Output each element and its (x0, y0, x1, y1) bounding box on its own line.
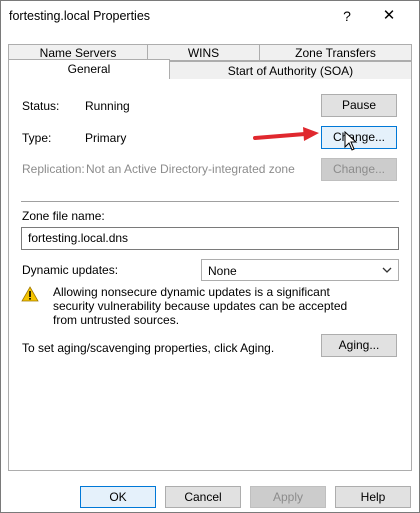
zone-file-input[interactable]: fortesting.local.dns (21, 227, 399, 250)
change-replication-button: Change... (321, 158, 397, 181)
close-button[interactable]: ✕ (374, 5, 404, 27)
aging-text: To set aging/scavenging properties, clic… (22, 341, 275, 355)
warning-text: Allowing nonsecure dynamic updates is a … (53, 285, 348, 327)
help-title-button[interactable]: ? (332, 5, 362, 27)
tab-general[interactable]: General (8, 59, 170, 80)
dynamic-updates-label: Dynamic updates: (22, 263, 119, 277)
window-title: fortesting.local Properties (9, 9, 151, 23)
change-type-button[interactable]: Change... (321, 126, 397, 149)
mouse-pointer-icon (344, 131, 358, 151)
help-button[interactable]: Help (335, 486, 411, 508)
dynamic-updates-value: None (208, 264, 237, 278)
pause-button[interactable]: Pause (321, 94, 397, 117)
aging-button[interactable]: Aging... (321, 334, 397, 357)
dynamic-updates-select[interactable]: None (201, 259, 399, 281)
type-label: Type: (22, 131, 52, 145)
zone-file-label: Zone file name: (22, 209, 105, 223)
status-label: Status: (22, 99, 60, 113)
cancel-button[interactable]: Cancel (165, 486, 241, 508)
ok-button[interactable]: OK (80, 486, 156, 508)
divider (21, 201, 399, 202)
type-value: Primary (85, 131, 127, 145)
chevron-down-icon (382, 267, 392, 273)
title-bar: fortesting.local Properties ? ✕ (1, 1, 419, 33)
replication-label: Replication: (22, 162, 85, 176)
annotation-arrow (253, 127, 319, 141)
status-value: Running (85, 99, 130, 113)
tab-zone-transfers[interactable]: Zone Transfers (259, 44, 412, 61)
replication-value: Not an Active Directory-integrated zone (86, 162, 295, 176)
apply-button: Apply (250, 486, 326, 508)
tab-start-of-authority[interactable]: Start of Authority (SOA) (169, 61, 412, 80)
warning-triangle-icon (21, 286, 39, 302)
properties-dialog: fortesting.local Properties ? ✕ Name Ser… (0, 0, 420, 513)
